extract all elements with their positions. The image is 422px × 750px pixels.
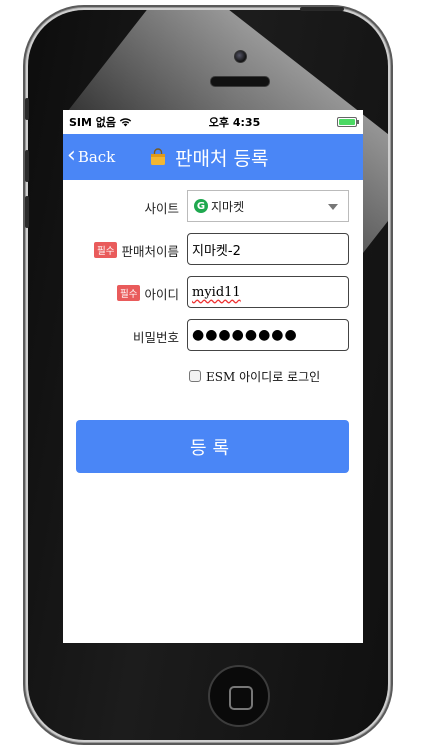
esm-login-row: ESM 아이디로 로그인 xyxy=(63,362,363,392)
password-label: 비밀번호 xyxy=(133,319,179,353)
page-title-text: 판매처 등록 xyxy=(175,147,269,170)
status-time: 오후 4:35 xyxy=(208,116,261,129)
back-button[interactable]: ‹ Back xyxy=(67,134,115,180)
site-selected-value: 지마켓 xyxy=(211,199,245,214)
status-bar: SIM 없음 오후 4:35 xyxy=(63,110,363,134)
carrier-text: SIM 없음 xyxy=(69,116,117,129)
register-button-label: 등록 xyxy=(189,437,236,459)
esm-login-checkbox[interactable] xyxy=(189,370,201,382)
seller-name-input[interactable]: 지마켓-2 xyxy=(187,233,349,265)
password-input[interactable]: ●●●●●●●● xyxy=(187,319,349,351)
shopping-bag-icon xyxy=(151,148,165,165)
register-button[interactable]: 등록 xyxy=(76,420,349,473)
user-id-value: myid11 xyxy=(192,284,241,300)
earpiece-speaker xyxy=(210,76,270,87)
home-button[interactable] xyxy=(208,665,270,727)
seller-form: 사이트 G 지마켓 필수 판매처이름 지마켓-2 필수 아이디 myid11 비… xyxy=(63,180,363,392)
user-id-input[interactable]: myid11 xyxy=(187,276,349,308)
mute-switch xyxy=(25,98,29,120)
volume-down-button xyxy=(25,196,29,228)
gmarket-logo-icon: G xyxy=(194,199,208,213)
power-button xyxy=(300,7,344,11)
volume-up-button xyxy=(25,150,29,182)
user-id-row: 필수 아이디 myid11 xyxy=(63,276,363,310)
front-camera xyxy=(234,50,247,63)
password-row: 비밀번호 ●●●●●●●● xyxy=(63,319,363,353)
dropdown-arrow-icon xyxy=(328,204,338,210)
back-label: Back xyxy=(77,148,116,166)
seller-name-row: 필수 판매처이름 지마켓-2 xyxy=(63,233,363,267)
site-label-text: 사이트 xyxy=(144,200,179,216)
password-value: ●●●●●●●● xyxy=(192,327,298,343)
required-badge: 필수 xyxy=(94,242,118,258)
user-id-label: 필수 아이디 xyxy=(117,276,179,310)
site-select[interactable]: G 지마켓 xyxy=(187,190,349,222)
page-title: 판매처 등록 xyxy=(149,134,268,180)
wifi-icon xyxy=(119,118,132,127)
seller-name-label: 필수 판매처이름 xyxy=(94,233,179,267)
user-id-label-text: 아이디 xyxy=(144,286,179,302)
battery-icon xyxy=(337,117,359,127)
chevron-left-icon: ‹ xyxy=(67,142,76,168)
seller-name-label-text: 판매처이름 xyxy=(121,243,179,259)
site-row: 사이트 G 지마켓 xyxy=(63,190,363,224)
esm-login-label[interactable]: ESM 아이디로 로그인 xyxy=(206,368,320,385)
app-screen: SIM 없음 오후 4:35 ‹ Back 판매처 등록 사이트 G 지마켓 필… xyxy=(63,110,363,643)
seller-name-value: 지마켓-2 xyxy=(192,243,241,259)
required-badge: 필수 xyxy=(117,285,141,301)
password-label-text: 비밀번호 xyxy=(132,329,179,345)
nav-bar: ‹ Back 판매처 등록 xyxy=(63,134,363,180)
site-label: 사이트 xyxy=(144,190,179,224)
